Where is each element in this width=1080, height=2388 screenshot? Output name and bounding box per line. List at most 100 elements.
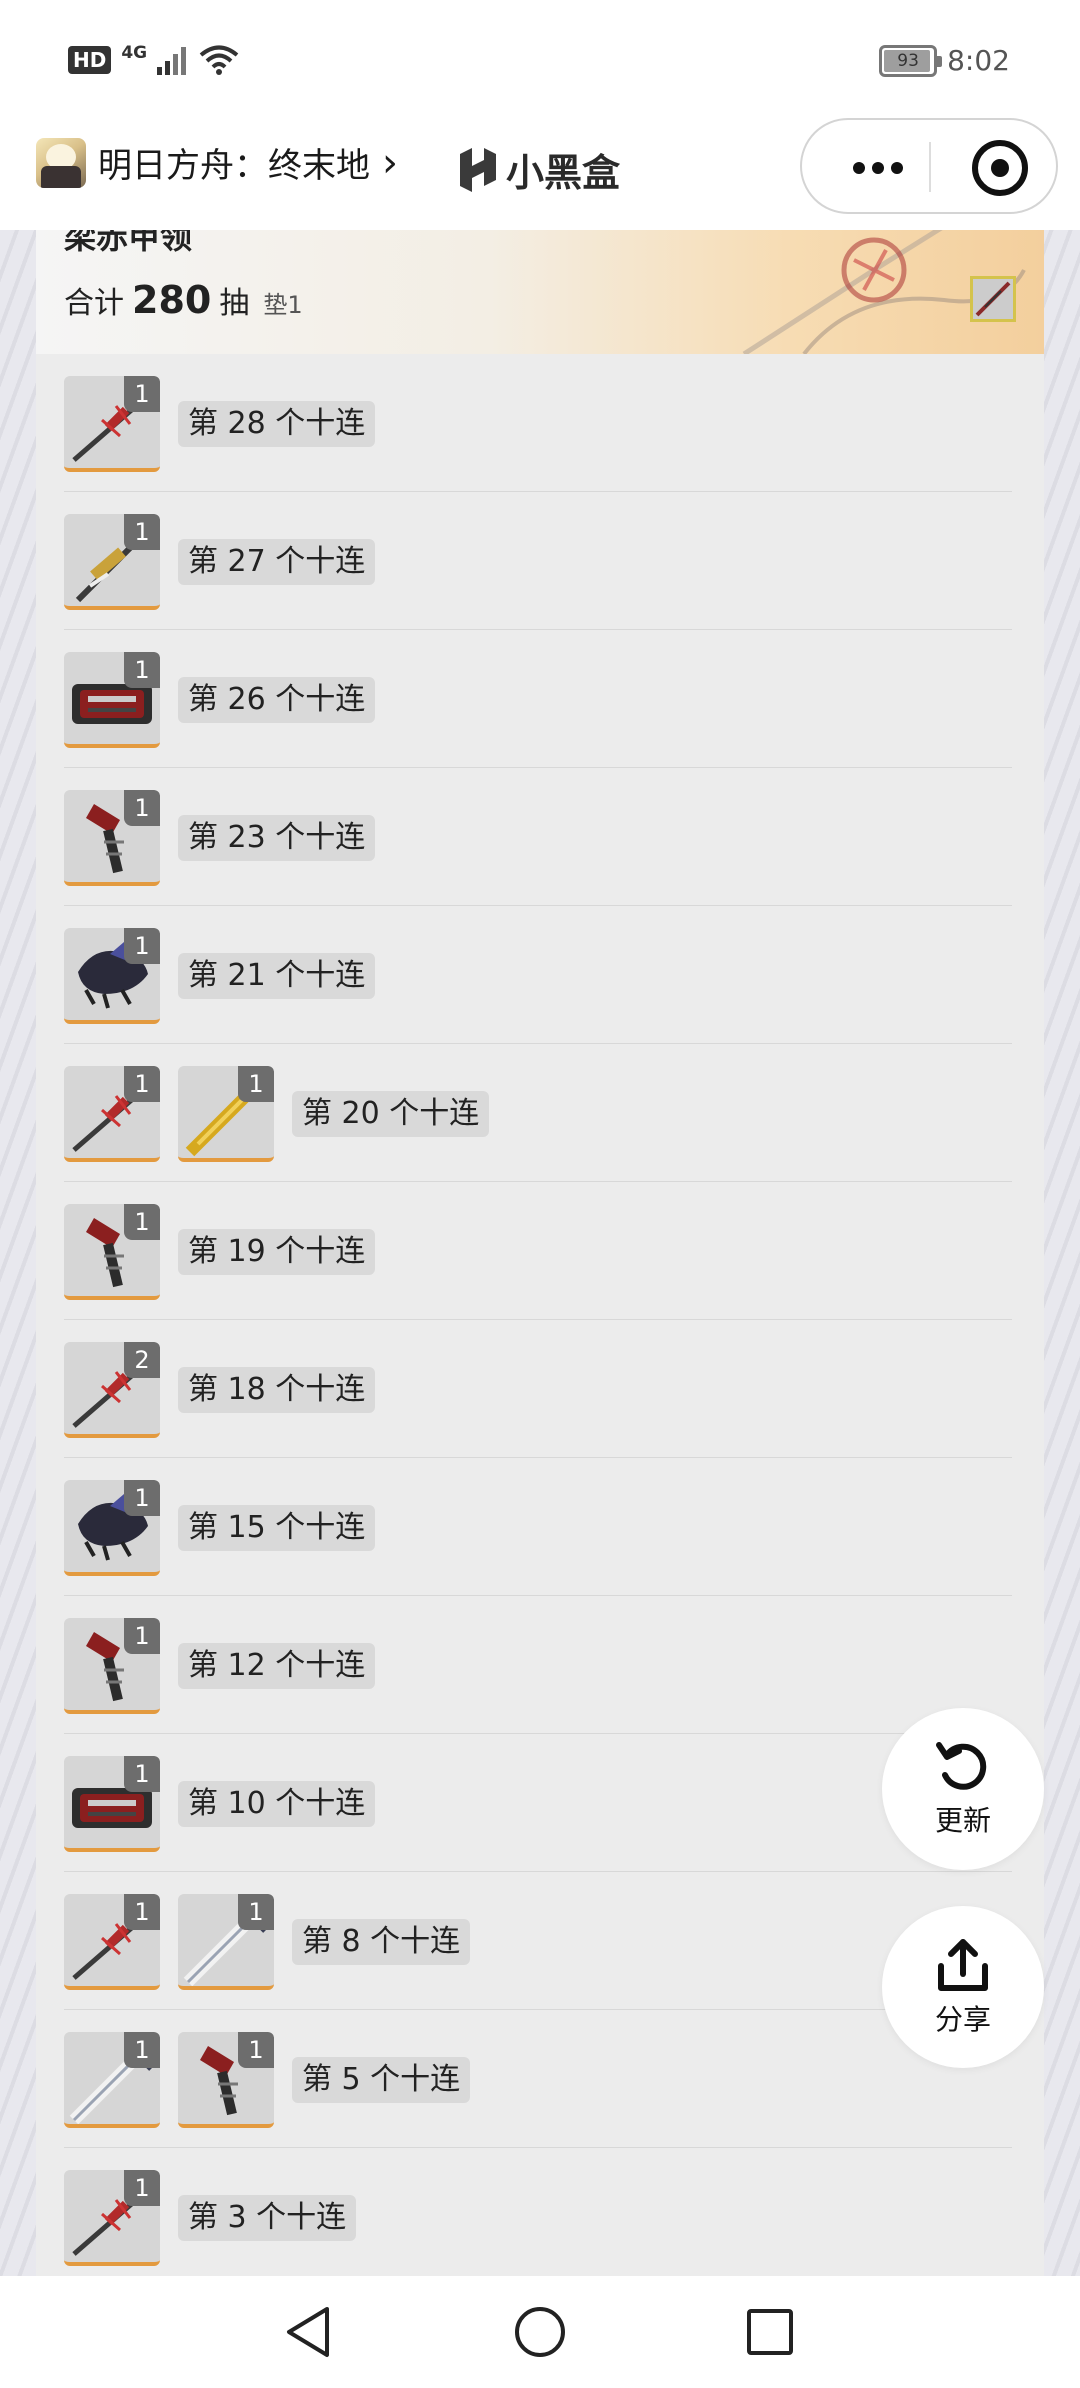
pull-row-content: 1 第 10 个十连 xyxy=(64,1756,376,1852)
pull-label: 第 8 个十连 xyxy=(292,1919,471,1965)
weapon-item[interactable]: 1 xyxy=(64,790,160,886)
pull-label: 第 23 个十连 xyxy=(178,815,376,861)
network-type: 4G xyxy=(121,43,148,63)
pull-row: 1 第 12 个十连 xyxy=(36,1596,1044,1734)
weapon-item[interactable]: 1 xyxy=(64,1204,160,1300)
pull-row-content: 1 1 第 8 个十连 xyxy=(64,1894,471,1990)
item-count-badge: 2 xyxy=(124,1342,160,1378)
pull-label: 第 20 个十连 xyxy=(292,1091,490,1137)
pull-row-content: 1 1 第 20 个十连 xyxy=(64,1066,490,1162)
weapon-item[interactable]: 1 xyxy=(64,514,160,610)
weapon-item[interactable]: 1 xyxy=(64,928,160,1024)
weapon-item[interactable]: 1 xyxy=(64,652,160,748)
weapon-item[interactable]: 1 xyxy=(64,1756,160,1852)
weapon-item[interactable]: 1 xyxy=(64,376,160,472)
pull-row: 1 第 19 个十连 xyxy=(36,1182,1044,1320)
banner-weapon-thumb xyxy=(970,276,1016,322)
item-count-badge: 1 xyxy=(124,2032,160,2068)
item-count-badge: 1 xyxy=(124,652,160,688)
pull-label: 第 5 个十连 xyxy=(292,2057,471,2103)
back-triangle-icon xyxy=(287,2307,329,2357)
pull-label: 第 21 个十连 xyxy=(178,953,376,999)
item-count-badge: 1 xyxy=(124,1618,160,1654)
pull-row-content: 1 第 21 个十连 xyxy=(64,928,376,1024)
item-count-badge: 1 xyxy=(238,2032,274,2068)
more-dots-icon[interactable] xyxy=(830,120,926,216)
pull-row-content: 1 第 27 个十连 xyxy=(64,514,376,610)
item-count-badge: 1 xyxy=(124,790,160,826)
weapon-item[interactable]: 1 xyxy=(64,1618,160,1714)
weapon-item[interactable]: 1 xyxy=(178,1066,274,1162)
game-title-link[interactable]: 明日方舟：终末地 › xyxy=(98,138,398,187)
pull-label: 第 28 个十连 xyxy=(178,401,376,447)
game-avatar[interactable] xyxy=(36,138,86,188)
weapon-item[interactable]: 1 xyxy=(178,2032,274,2128)
nav-recents-button[interactable] xyxy=(740,2302,800,2362)
target-close-icon[interactable] xyxy=(972,140,1028,196)
nav-back-button[interactable] xyxy=(278,2302,338,2362)
mini-program-header: 明日方舟：终末地 › 小黑盒 xyxy=(0,118,1080,230)
system-nav-bar xyxy=(0,2276,1080,2388)
banner-title: 梁赤甲领 xyxy=(64,230,193,256)
brand-logo: 小黑盒 xyxy=(456,142,620,197)
refresh-label: 更新 xyxy=(934,1804,991,1837)
weapon-item[interactable]: 1 xyxy=(64,1894,160,1990)
item-count-badge: 1 xyxy=(238,1066,274,1102)
pull-label: 第 18 个十连 xyxy=(178,1367,376,1413)
item-count-badge: 1 xyxy=(124,1756,160,1792)
item-count-badge: 1 xyxy=(124,1204,160,1240)
weapon-item[interactable]: 1 xyxy=(64,1480,160,1576)
item-count-badge: 1 xyxy=(124,1066,160,1102)
pull-row: 1 第 23 个十连 xyxy=(36,768,1044,906)
weapon-item[interactable]: 1 xyxy=(64,2032,160,2128)
banner-header: 梁赤甲领 合计 280 抽 垫1 xyxy=(36,230,1044,354)
pull-row-content: 1 第 12 个十连 xyxy=(64,1618,376,1714)
pull-row: 1 第 15 个十连 xyxy=(36,1458,1044,1596)
refresh-button[interactable]: 更新 xyxy=(882,1708,1044,1870)
pull-label: 第 12 个十连 xyxy=(178,1643,376,1689)
pull-label: 第 19 个十连 xyxy=(178,1229,376,1275)
pull-label: 第 10 个十连 xyxy=(178,1781,376,1827)
pull-row: 1 第 26 个十连 xyxy=(36,630,1044,768)
capsule-menu xyxy=(800,118,1058,214)
pull-row-content: 2 第 18 个十连 xyxy=(64,1342,376,1438)
pull-row: 1 第 28 个十连 xyxy=(36,354,1044,492)
status-left: HD 4G xyxy=(68,43,239,76)
item-count-badge: 1 xyxy=(124,2170,160,2206)
weapon-item[interactable]: 1 xyxy=(178,1894,274,1990)
total-value: 280 xyxy=(132,278,212,322)
pull-row-content: 1 第 23 个十连 xyxy=(64,790,376,886)
weapon-item[interactable]: 2 xyxy=(64,1342,160,1438)
game-title: 明日方舟：终末地 xyxy=(98,146,370,186)
weapon-item[interactable]: 1 xyxy=(64,2170,160,2266)
item-count-badge: 1 xyxy=(238,1894,274,1930)
share-label: 分享 xyxy=(934,2003,991,2036)
hd-badge: HD xyxy=(68,46,112,74)
pull-row-content: 1 第 26 个十连 xyxy=(64,652,376,748)
pull-row: 1 第 21 个十连 xyxy=(36,906,1044,1044)
pull-row: 1 第 27 个十连 xyxy=(36,492,1044,630)
heybox-logo-icon xyxy=(460,147,496,192)
pull-row: 2 第 18 个十连 xyxy=(36,1320,1044,1458)
pity-count: 垫1 xyxy=(263,291,303,319)
signal-icon xyxy=(157,47,187,75)
capsule-divider xyxy=(929,142,931,192)
pull-row: 1 1 第 20 个十连 xyxy=(36,1044,1044,1182)
brand-name: 小黑盒 xyxy=(506,151,621,195)
share-icon xyxy=(938,1939,988,1991)
share-button[interactable]: 分享 xyxy=(882,1906,1044,2068)
recents-square-icon xyxy=(747,2309,793,2355)
item-count-badge: 1 xyxy=(124,1480,160,1516)
pull-label: 第 15 个十连 xyxy=(178,1505,376,1551)
chevron-right-icon: › xyxy=(382,139,398,186)
clock: 8:02 xyxy=(947,44,1010,77)
nav-home-button[interactable] xyxy=(510,2302,570,2362)
total-pulls: 合计 280 抽 垫1 xyxy=(64,278,303,322)
pull-label: 第 26 个十连 xyxy=(178,677,376,723)
item-count-badge: 1 xyxy=(124,1894,160,1930)
weapon-item[interactable]: 1 xyxy=(64,1066,160,1162)
pull-row: 1 第 3 个十连 xyxy=(36,2148,1044,2276)
status-right: 93 8:02 xyxy=(879,44,1010,77)
wifi-icon xyxy=(199,45,239,75)
status-bar: HD 4G 93 8:02 xyxy=(0,0,1080,118)
